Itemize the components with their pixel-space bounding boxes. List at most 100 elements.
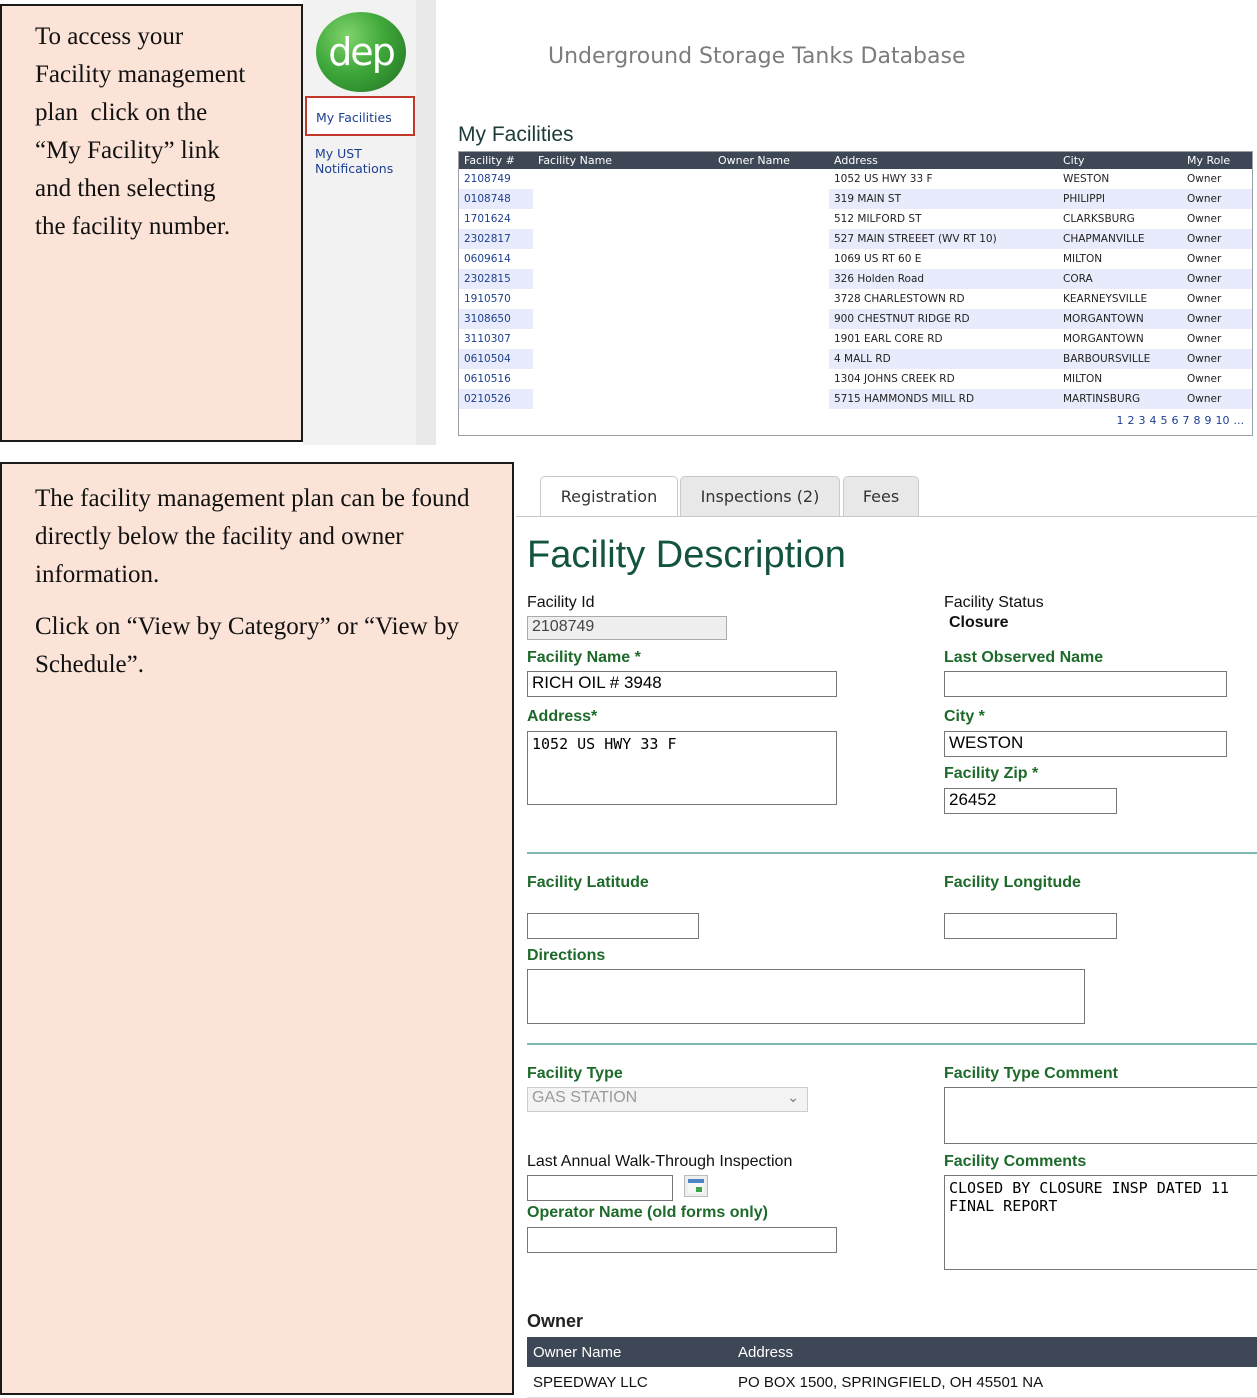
facility-number-link[interactable]: 0610504 <box>459 349 533 369</box>
city-field[interactable]: WESTON <box>944 731 1227 757</box>
owner-name-cell <box>713 269 829 289</box>
facility-number-link[interactable]: 2302817 <box>459 229 533 249</box>
zip-field[interactable]: 26452 <box>944 788 1117 814</box>
facility-name-field[interactable]: RICH OIL # 3948 <box>527 671 837 697</box>
facility-id-field[interactable]: 2108749 <box>527 616 727 640</box>
section-divider <box>527 1043 1257 1045</box>
address-label: Address* <box>527 708 598 725</box>
facility-number-link[interactable]: 2108749 <box>459 169 533 189</box>
page-link[interactable]: ... <box>1234 414 1245 427</box>
facility-number-link[interactable]: 1701624 <box>459 209 533 229</box>
table-row[interactable]: SPEEDWAY LLC PO BOX 1500, SPRINGFIELD, O… <box>527 1367 1257 1398</box>
owner-name-cell <box>713 229 829 249</box>
note-line: the facility number. <box>35 213 231 240</box>
col-facility-no[interactable]: Facility # <box>459 152 533 169</box>
nav-my-facilities[interactable]: My Facilities <box>305 96 415 136</box>
table-row[interactable]: 3110307 1901 EARL CORE RD MORGANTOWN Owner <box>459 329 1252 349</box>
address-cell: 1069 US RT 60 E <box>834 253 922 265</box>
facility-number-link[interactable]: 2302815 <box>459 269 533 289</box>
longitude-field[interactable] <box>944 913 1117 939</box>
facility-type-comment-field[interactable] <box>944 1087 1257 1144</box>
last-observed-name-field[interactable] <box>944 671 1227 697</box>
table-row[interactable]: 0610504 4 MALL RD BARBOURSVILLE Owner <box>459 349 1252 369</box>
facility-type-select[interactable]: GAS STATION ⌄ <box>527 1087 808 1112</box>
tab-registration[interactable]: Registration <box>540 476 678 516</box>
my-facilities-heading: My Facilities <box>458 123 574 146</box>
facility-name-cell <box>533 349 713 369</box>
page-link[interactable]: 6 <box>1172 414 1179 427</box>
facility-number-link[interactable]: 3110307 <box>459 329 533 349</box>
table-row[interactable]: 0610516 1304 JOHNS CREEK RD MILTON Owner <box>459 369 1252 389</box>
city-cell: PHILIPPI <box>1058 189 1182 209</box>
pagination: 1 2 3 4 5 6 7 8 9 10... <box>459 409 1252 435</box>
col-owner-name[interactable]: Owner Name <box>527 1337 732 1367</box>
page-link[interactable]: 8 <box>1194 414 1201 427</box>
facility-name-cell <box>533 369 713 389</box>
facility-number-link[interactable]: 1910570 <box>459 289 533 309</box>
table-row[interactable]: 0108748 319 MAIN ST PHILIPPI Owner <box>459 189 1252 209</box>
owner-name-cell <box>713 209 829 229</box>
nav-my-ust-notifications[interactable]: My UST Notifications <box>305 146 425 176</box>
address-field[interactable]: 1052 US HWY 33 F <box>527 731 837 805</box>
col-address[interactable]: Address <box>829 152 1058 169</box>
table-row[interactable]: 3108650 900 CHESTNUT RIDGE RD MORGANTOWN Ow… <box>459 309 1252 329</box>
city-label: City * <box>944 708 985 725</box>
table-row[interactable]: 2302815 326 Holden Road CORA Owner <box>459 269 1252 289</box>
page-link[interactable]: 10 <box>1216 414 1230 427</box>
calendar-icon[interactable] <box>684 1175 708 1197</box>
facility-number-link[interactable]: 0609614 <box>459 249 533 269</box>
page-link[interactable]: 1 <box>1117 414 1124 427</box>
nav-divider-strip <box>416 0 436 445</box>
nav-label-line: My UST <box>315 146 362 161</box>
nav-my-facilities-label: My Facilities <box>316 110 392 125</box>
col-facility-name[interactable]: Facility Name <box>533 152 713 169</box>
page-link[interactable]: 4 <box>1150 414 1157 427</box>
col-city[interactable]: City <box>1058 152 1182 169</box>
col-owner-address[interactable]: Address <box>732 1337 1257 1367</box>
latitude-label: Facility Latitude <box>527 874 649 891</box>
owner-address-cell: PO BOX 1500, SPRINGFIELD, OH 45501 NA <box>732 1367 1257 1398</box>
dep-logo[interactable]: dep <box>316 12 406 92</box>
facility-name-cell <box>533 289 713 309</box>
walkthrough-date-field[interactable] <box>527 1175 673 1201</box>
page-link[interactable]: 7 <box>1183 414 1190 427</box>
role-cell: Owner <box>1187 333 1222 345</box>
operator-name-field[interactable] <box>527 1227 837 1253</box>
owner-name-cell <box>713 189 829 209</box>
facility-name-cell <box>533 329 713 349</box>
tab-inspections[interactable]: Inspections (2) <box>680 476 840 516</box>
latitude-field[interactable] <box>527 913 699 939</box>
city-cell: MORGANTOWN <box>1063 333 1144 345</box>
city-cell: CLARKSBURG <box>1063 213 1135 225</box>
city-cell: MARTINSBURG <box>1058 389 1182 409</box>
facility-number-link[interactable]: 3108650 <box>459 309 533 329</box>
page-link[interactable]: 2 <box>1128 414 1135 427</box>
facility-number-link[interactable]: 0610516 <box>459 369 533 389</box>
table-row[interactable]: 1910570 3728 CHARLESTOWN RD KEARNEYSVILLE O… <box>459 289 1252 309</box>
facility-comments-field[interactable]: CLOSED BY CLOSURE INSP DATED 11 FINAL RE… <box>944 1175 1257 1270</box>
facility-number-link[interactable]: 0108748 <box>459 189 533 209</box>
owner-name-cell <box>713 369 829 389</box>
col-my-role[interactable]: My Role <box>1182 152 1252 169</box>
chevron-down-icon: ⌄ <box>787 1089 799 1105</box>
page-link[interactable]: 3 <box>1139 414 1146 427</box>
page-link[interactable]: 5 <box>1161 414 1168 427</box>
table-row[interactable]: 0609614 1069 US RT 60 E MILTON Owner <box>459 249 1252 269</box>
address-cell: 1304 JOHNS CREEK RD <box>834 373 955 385</box>
facility-name-cell <box>533 389 713 409</box>
table-header-row: Owner Name Address <box>527 1337 1257 1367</box>
table-row[interactable]: 2108749 1052 US HWY 33 F WESTON Owner <box>459 169 1252 189</box>
role-cell: Owner <box>1182 189 1252 209</box>
facility-number-link[interactable]: 0210526 <box>459 389 533 409</box>
role-cell: Owner <box>1182 309 1252 329</box>
directions-field[interactable] <box>527 969 1085 1024</box>
table-row[interactable]: 2302817 527 MAIN STREEET (WV RT 10) CHAPMA… <box>459 229 1252 249</box>
role-cell: Owner <box>1187 213 1222 225</box>
instruction-note-top: To access your Facility management plan … <box>0 4 303 442</box>
col-owner-name[interactable]: Owner Name <box>713 152 829 169</box>
tab-fees[interactable]: Fees <box>843 476 919 516</box>
address-cell: 512 MILFORD ST <box>834 213 922 225</box>
page-link[interactable]: 9 <box>1205 414 1212 427</box>
table-row[interactable]: 1701624 512 MILFORD ST CLARKSBURG Owner <box>459 209 1252 229</box>
table-row[interactable]: 0210526 5715 HAMMONDS MILL RD MARTINSBURG O… <box>459 389 1252 409</box>
